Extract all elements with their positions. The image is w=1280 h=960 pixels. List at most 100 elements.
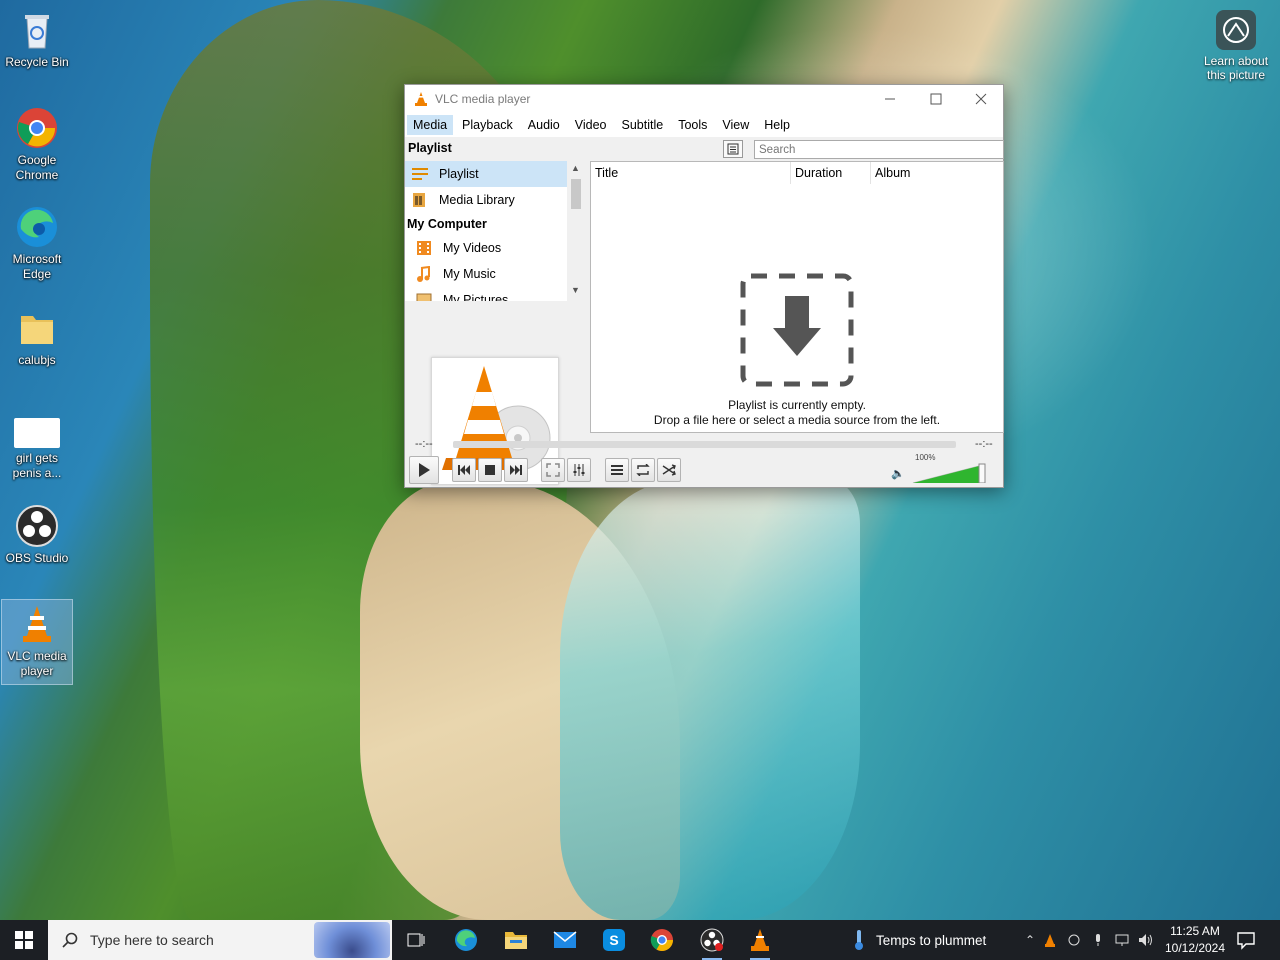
speaker-icon[interactable]: 🔈 [891,467,905,480]
chrome-icon [15,106,59,150]
desktop-icon-obs[interactable]: OBS Studio [2,504,72,566]
chrome-icon[interactable] [648,926,676,954]
sidebar: Playlist Playlist Media Library My Compu… [405,137,585,485]
vlc-icon [15,602,59,646]
desktop-icon-file[interactable]: girl gets penis a... [2,418,72,481]
vlc-icon[interactable] [746,926,774,960]
seek-slider[interactable] [453,441,956,448]
sidebar-item-playlist[interactable]: Playlist [405,161,567,187]
equalizer-icon [573,464,585,476]
previous-button[interactable] [452,458,476,482]
skype-icon[interactable]: S [600,926,628,954]
menu-playback[interactable]: Playback [456,115,519,135]
menu-video[interactable]: Video [569,115,613,135]
microphone-icon[interactable] [1086,933,1110,947]
sidebar-item-label: Media Library [439,193,515,207]
camera-icon [1216,10,1256,50]
sidebar-item-media-library[interactable]: Media Library [405,187,567,213]
shuffle-button[interactable] [657,458,681,482]
column-album[interactable]: Album [871,162,1003,184]
task-view-icon[interactable] [402,926,430,954]
mail-icon[interactable] [551,926,579,954]
search-input[interactable] [754,140,1004,159]
maximize-button[interactable] [913,85,959,113]
desktop-icon-edge[interactable]: Microsoft Edge [2,205,72,282]
vlc-icon [415,92,427,106]
fullscreen-button[interactable] [541,458,565,482]
thermometer-icon [855,930,863,950]
title-bar[interactable]: VLC media player [405,85,1003,113]
vlc-tray-icon[interactable] [1038,933,1062,947]
desktop-icon-chrome[interactable]: Google Chrome [2,106,72,183]
list-view-icon [727,143,739,155]
menu-audio[interactable]: Audio [522,115,566,135]
column-duration[interactable]: Duration [791,162,871,184]
next-button[interactable] [504,458,528,482]
loop-button[interactable] [631,458,655,482]
minimize-button[interactable] [867,85,913,113]
taskbar-search[interactable]: Type here to search [48,920,392,960]
sidebar-item-my-pictures[interactable]: My Pictures [405,287,567,301]
sidebar-category: My Computer [407,217,487,231]
play-button[interactable] [409,456,439,484]
picture-icon [416,293,432,301]
extended-settings-button[interactable] [567,458,591,482]
network-icon[interactable] [1110,934,1134,946]
desktop-icon-recycle-bin[interactable]: Recycle Bin [2,8,72,70]
obs-tray-icon[interactable] [1062,934,1086,946]
menu-view[interactable]: View [716,115,755,135]
toggle-playlist-button[interactable] [605,458,629,482]
notification-icon [1237,932,1255,950]
chevron-up-icon[interactable]: ⌃ [1022,933,1038,947]
stop-button[interactable] [478,458,502,482]
total-time: --:-- [975,438,993,450]
start-button[interactable] [0,920,48,960]
desktop-icon-label: girl gets penis a... [12,451,62,480]
clock[interactable]: 11:25 AM 10/12/2024 [1160,923,1230,957]
desktop-icon-label: OBS Studio [5,551,69,565]
weather-widget[interactable]: Temps to plummet [852,920,986,960]
playlist-area[interactable]: Title Duration Album Playlist is current… [590,161,1004,433]
scroll-thumb[interactable] [571,179,581,209]
desktop-icon-label: VLC media player [7,649,67,678]
volume-slider[interactable] [911,463,987,484]
system-tray: ⌃ [1022,920,1158,960]
file-explorer-icon[interactable] [502,926,530,954]
recycle-bin-icon [15,8,59,52]
volume-icon[interactable] [1134,933,1158,947]
media-library-icon [413,193,425,207]
shuffle-icon [662,464,676,476]
sidebar-item-my-videos[interactable]: My Videos [405,235,567,261]
desktop-icon-label: calubjs [18,353,56,367]
sidebar-item-label: My Pictures [443,293,509,301]
menu-media[interactable]: Media [407,115,454,135]
learn-about-picture[interactable]: Learn about this picture [1200,10,1272,82]
desktop-icon-folder[interactable]: calubjs [2,306,72,368]
playlist-toggle-icon [611,465,623,475]
column-title[interactable]: Title [591,162,791,184]
maximize-icon [930,93,942,105]
menu-subtitle[interactable]: Subtitle [616,115,670,135]
seek-row: --:-- --:-- [405,437,1003,453]
notification-center-button[interactable] [1236,930,1256,950]
desktop-icon-vlc[interactable]: VLC media player [1,599,73,685]
edge-icon[interactable] [452,926,480,954]
search-highlight-image [314,922,390,958]
scroll-down-icon[interactable]: ▼ [571,285,580,295]
obs-icon[interactable] [698,926,726,960]
sidebar-item-label: Playlist [439,167,479,181]
playlist-view-button[interactable] [723,140,743,158]
repeat-icon [636,464,650,476]
sidebar-scrollbar[interactable]: ▲ ▼ [567,161,585,301]
sidebar-item-label: My Videos [443,241,502,255]
skip-forward-icon [510,465,522,475]
close-button[interactable] [958,85,1004,113]
sidebar-item-my-music[interactable]: My Music [405,261,567,287]
film-icon [417,241,431,255]
menu-tools[interactable]: Tools [672,115,713,135]
menu-help[interactable]: Help [758,115,796,135]
skip-back-icon [458,465,470,475]
scroll-up-icon[interactable]: ▲ [571,163,580,173]
desktop-icon-label: Recycle Bin [5,55,69,69]
play-icon [419,463,430,477]
